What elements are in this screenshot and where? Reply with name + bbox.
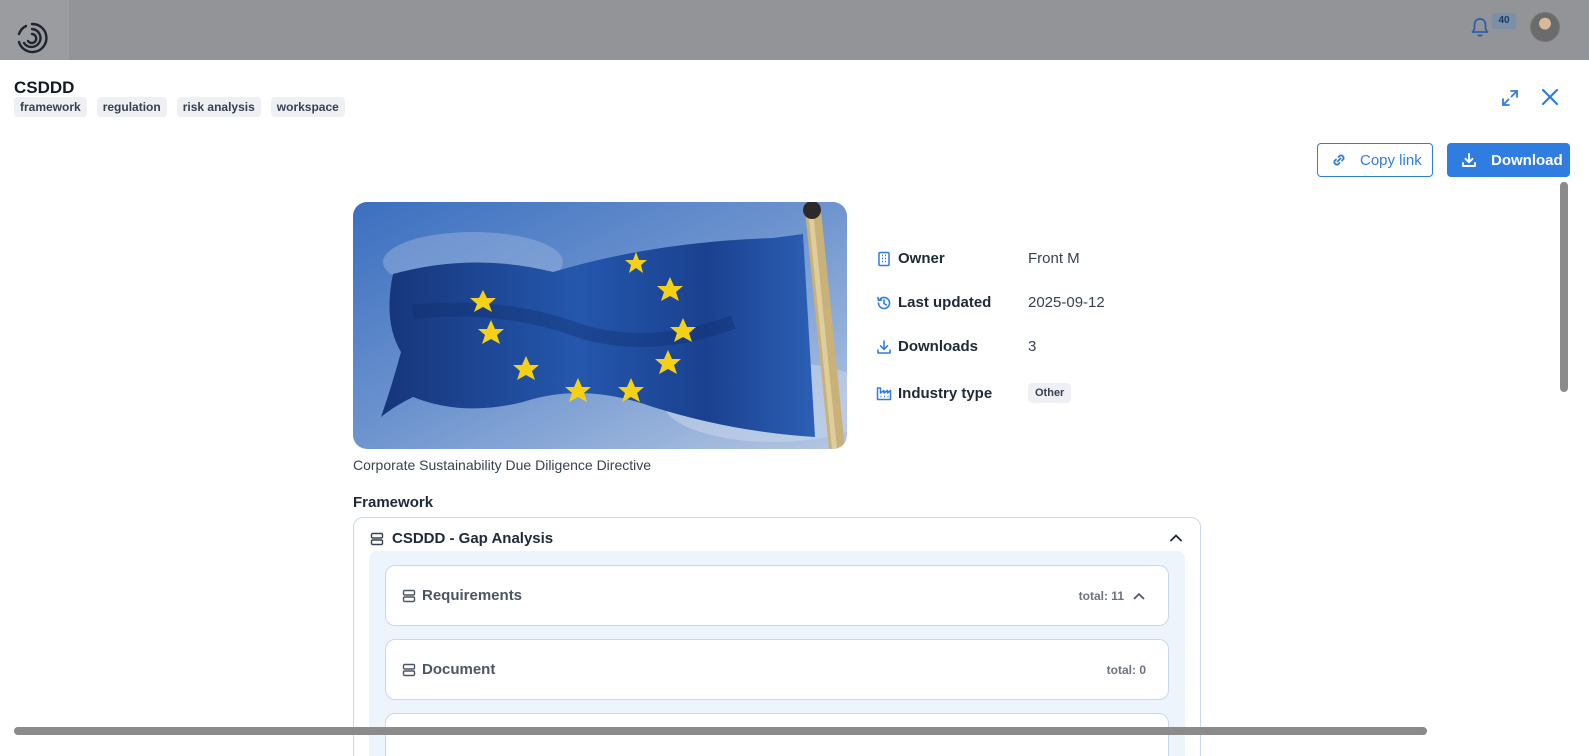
copy-link-button[interactable]: Copy link: [1317, 143, 1433, 177]
industry-type-chip: Other: [1028, 383, 1072, 403]
industry-type-label: Industry type: [898, 384, 993, 402]
factory-icon: [876, 387, 892, 401]
resource-cover-image: [353, 202, 847, 449]
download-label: Download: [1491, 151, 1563, 169]
tag-chip: framework: [14, 97, 87, 117]
user-avatar[interactable]: [1530, 12, 1560, 42]
framework-item-label: Document: [422, 661, 496, 678]
framework-accordion-header[interactable]: CSDDD - Gap Analysis: [370, 530, 553, 547]
document-total: total: 0: [1106, 663, 1146, 677]
framework-item-requirements[interactable]: Requirements total: 11: [385, 565, 1169, 626]
requirements-total: total: 11: [1078, 589, 1124, 603]
meta-updated-row: Last updated 2025-09-12: [876, 294, 1105, 311]
download-count-icon: [877, 339, 891, 354]
modal-title: CSDDD: [14, 78, 75, 97]
downloads-value: 3: [1028, 338, 1037, 355]
copy-link-label: Copy link: [1360, 151, 1422, 169]
last-updated-label: Last updated: [898, 294, 992, 311]
history-icon: [877, 296, 891, 309]
chevron-up-icon[interactable]: [1168, 530, 1184, 546]
vertical-scrollbar[interactable]: [1560, 182, 1568, 392]
framework-section-label: Framework: [353, 494, 434, 511]
meta-industry-row: Industry type Other: [876, 383, 1072, 403]
owner-value: Front M: [1028, 250, 1080, 267]
framework-item-total: total: 0: [1107, 663, 1146, 677]
framework-item-title: Document: [402, 661, 495, 678]
resource-detail-modal: CSDDD framework regulation risk analysis…: [0, 60, 1589, 756]
meta-owner-row: Owner Front M: [876, 250, 1080, 267]
database-icon: [370, 532, 384, 545]
framework-content: Requirements total: 11 Document total: 0: [369, 551, 1185, 756]
database-icon: [402, 589, 416, 602]
framework-accordion: CSDDD - Gap Analysis Requirements total:…: [353, 517, 1201, 756]
framework-item-title: Requirements: [402, 587, 522, 604]
app-header: [0, 0, 1589, 60]
downloads-label: Downloads: [898, 338, 979, 355]
app-logo-icon[interactable]: [14, 20, 50, 56]
horizontal-scrollbar[interactable]: [14, 727, 1427, 735]
framework-item-label: Requirements: [422, 587, 523, 604]
framework-item-document[interactable]: Document total: 0: [385, 639, 1169, 700]
download-button[interactable]: Download: [1447, 143, 1570, 177]
framework-item-total: total: 11: [1079, 589, 1146, 603]
tag-chip: risk analysis: [176, 97, 261, 117]
tag-list: framework regulation risk analysis works…: [14, 97, 345, 117]
notification-count-badge: 40: [1492, 13, 1516, 29]
expand-icon[interactable]: [1498, 86, 1522, 110]
close-icon[interactable]: [1538, 85, 1562, 109]
resource-description: Corporate Sustainability Due Diligence D…: [353, 457, 652, 473]
chevron-up-icon[interactable]: [1132, 589, 1146, 603]
meta-downloads-row: Downloads 3: [876, 338, 1036, 355]
tag-chip: workspace: [270, 97, 345, 117]
link-icon: [1333, 154, 1345, 166]
building-icon: [878, 251, 890, 266]
owner-label: Owner: [898, 250, 945, 267]
download-icon: [1462, 153, 1476, 167]
framework-name: CSDDD - Gap Analysis: [392, 530, 554, 547]
last-updated-value: 2025-09-12: [1028, 294, 1105, 311]
tag-chip: regulation: [96, 97, 167, 117]
database-icon: [402, 663, 416, 676]
notification-bell-icon[interactable]: [1470, 16, 1490, 38]
